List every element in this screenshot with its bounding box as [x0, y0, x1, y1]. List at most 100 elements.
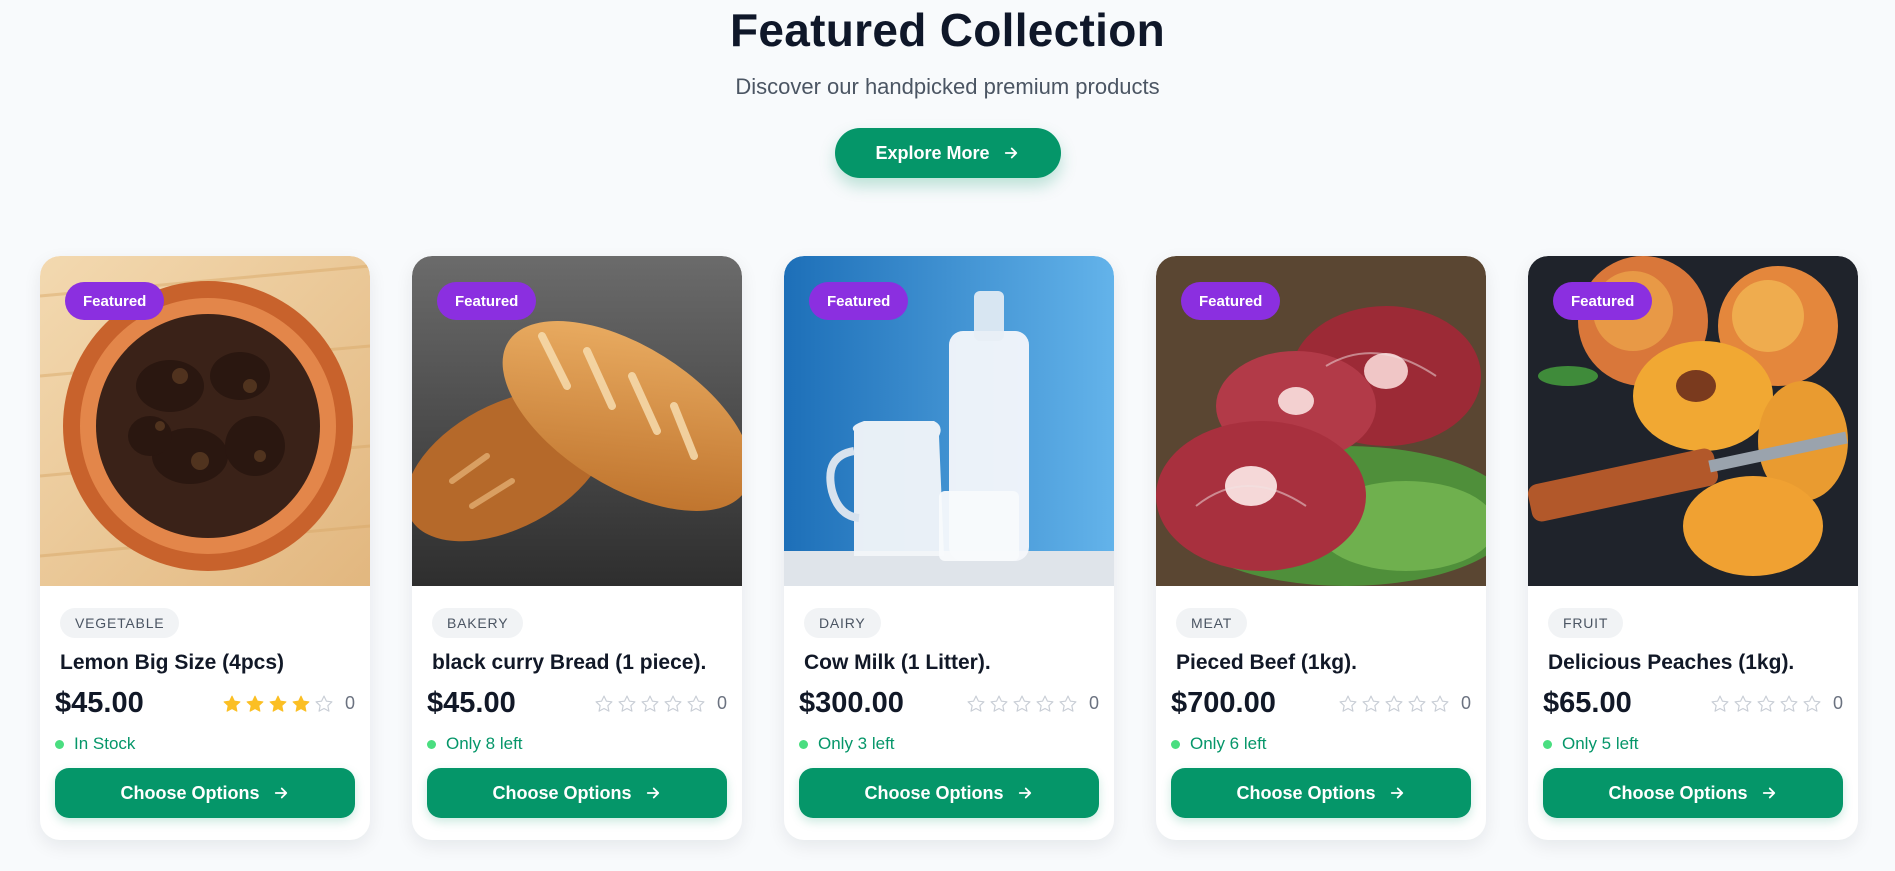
product-price: $45.00 [427, 687, 516, 719]
star-empty-icon [990, 695, 1008, 712]
stock-status: Only 6 left [1171, 734, 1471, 754]
product-name[interactable]: Cow Milk (1 Litter). [804, 649, 1099, 677]
star-filled-icon [246, 695, 264, 712]
review-count: 0 [1088, 693, 1099, 713]
product-image[interactable]: Featured [784, 256, 1114, 586]
choose-options-label: Choose Options [120, 782, 260, 803]
arrow-right-icon [1762, 787, 1775, 799]
featured-badge: Featured [1553, 282, 1653, 320]
section-header: Featured Collection Discover our handpic… [0, 0, 1895, 178]
choose-options-label: Choose Options [864, 782, 1004, 803]
arrow-right-icon [1390, 787, 1403, 799]
product-image[interactable]: Featured [1528, 256, 1858, 586]
star-empty-icon [1757, 695, 1775, 712]
category-tag: BAKERY [432, 608, 524, 638]
product-name[interactable]: Pieced Beef (1kg). [1176, 649, 1471, 677]
featured-badge: Featured [1181, 282, 1281, 320]
product-name[interactable]: black curry Bread (1 piece). [432, 649, 727, 677]
star-rating: 0 [1710, 693, 1843, 714]
star-empty-icon [315, 695, 333, 712]
star-rating: 0 [594, 693, 727, 714]
arrow-right-icon [646, 787, 659, 799]
category-tag: DAIRY [804, 608, 881, 638]
star-empty-icon [664, 695, 682, 712]
featured-badge: Featured [65, 282, 165, 320]
stock-label: Only 3 left [818, 734, 895, 753]
choose-options-button[interactable]: Choose Options [427, 768, 727, 818]
stock-status: Only 8 left [427, 734, 727, 754]
product-name[interactable]: Delicious Peaches (1kg). [1548, 649, 1843, 677]
star-rating: 0 [966, 693, 1099, 714]
star-empty-icon [1711, 695, 1729, 712]
product-image[interactable]: Featured [40, 256, 370, 586]
product-price: $65.00 [1543, 687, 1632, 719]
explore-more-button[interactable]: Explore More [834, 128, 1061, 178]
star-empty-icon [1013, 695, 1031, 712]
arrow-right-icon [274, 787, 287, 799]
product-grid: Featured VEGETABLE Lemon Big Size (4pcs)… [40, 256, 1858, 840]
star-empty-icon [1780, 695, 1798, 712]
choose-options-button[interactable]: Choose Options [55, 768, 355, 818]
star-empty-icon [1408, 695, 1426, 712]
stock-status: In Stock [55, 734, 355, 754]
product-price: $45.00 [55, 687, 144, 719]
product-card: Featured MEAT Pieced Beef (1kg). $700.00… [1156, 256, 1486, 840]
stock-status: Only 3 left [799, 734, 1099, 754]
product-image[interactable]: Featured [1156, 256, 1486, 586]
star-empty-icon [1385, 695, 1403, 712]
choose-options-label: Choose Options [1236, 782, 1376, 803]
star-rating: 0 [1338, 693, 1471, 714]
star-empty-icon [1431, 695, 1449, 712]
choose-options-button[interactable]: Choose Options [1543, 768, 1843, 818]
star-rating: 0 [222, 693, 355, 714]
product-name[interactable]: Lemon Big Size (4pcs) [60, 649, 355, 677]
star-filled-icon [269, 695, 287, 712]
stock-dot-icon [427, 739, 436, 749]
product-card: Featured VEGETABLE Lemon Big Size (4pcs)… [40, 256, 370, 840]
review-count: 0 [344, 693, 355, 713]
star-empty-icon [641, 695, 659, 712]
stock-label: Only 5 left [1562, 734, 1639, 753]
product-image[interactable]: Featured [412, 256, 742, 586]
review-count: 0 [1460, 693, 1471, 713]
star-empty-icon [1059, 695, 1077, 712]
arrow-right-icon [1004, 147, 1017, 159]
star-empty-icon [687, 695, 705, 712]
product-card: Featured BAKERY black curry Bread (1 pie… [412, 256, 742, 840]
stock-label: Only 6 left [1190, 734, 1267, 753]
category-tag: MEAT [1176, 608, 1248, 638]
featured-badge: Featured [437, 282, 537, 320]
choose-options-label: Choose Options [1608, 782, 1748, 803]
star-empty-icon [618, 695, 636, 712]
category-tag: VEGETABLE [60, 608, 180, 638]
stock-dot-icon [55, 739, 64, 749]
choose-options-button[interactable]: Choose Options [1171, 768, 1471, 818]
choose-options-label: Choose Options [492, 782, 632, 803]
star-empty-icon [595, 695, 613, 712]
product-price: $700.00 [1171, 687, 1276, 719]
product-card: Featured FRUIT Delicious Peaches (1kg). … [1528, 256, 1858, 840]
star-empty-icon [1036, 695, 1054, 712]
featured-badge: Featured [809, 282, 909, 320]
section-subtitle: Discover our handpicked premium products [735, 74, 1160, 99]
stock-dot-icon [1171, 739, 1180, 749]
section-title: Featured Collection [729, 4, 1166, 56]
product-card: Featured DAIRY Cow Milk (1 Litter). $300… [784, 256, 1114, 840]
star-empty-icon [1339, 695, 1357, 712]
category-tag: FRUIT [1548, 608, 1624, 638]
stock-dot-icon [1543, 739, 1552, 749]
arrow-right-icon [1018, 787, 1031, 799]
stock-status: Only 5 left [1543, 734, 1843, 754]
explore-more-label: Explore More [875, 142, 990, 163]
choose-options-button[interactable]: Choose Options [799, 768, 1099, 818]
stock-label: Only 8 left [446, 734, 523, 753]
stock-label: In Stock [74, 734, 136, 753]
review-count: 0 [716, 693, 727, 713]
stock-dot-icon [799, 739, 808, 749]
product-price: $300.00 [799, 687, 904, 719]
star-empty-icon [967, 695, 985, 712]
review-count: 0 [1832, 693, 1843, 713]
star-filled-icon [223, 695, 241, 712]
star-empty-icon [1362, 695, 1380, 712]
star-empty-icon [1734, 695, 1752, 712]
